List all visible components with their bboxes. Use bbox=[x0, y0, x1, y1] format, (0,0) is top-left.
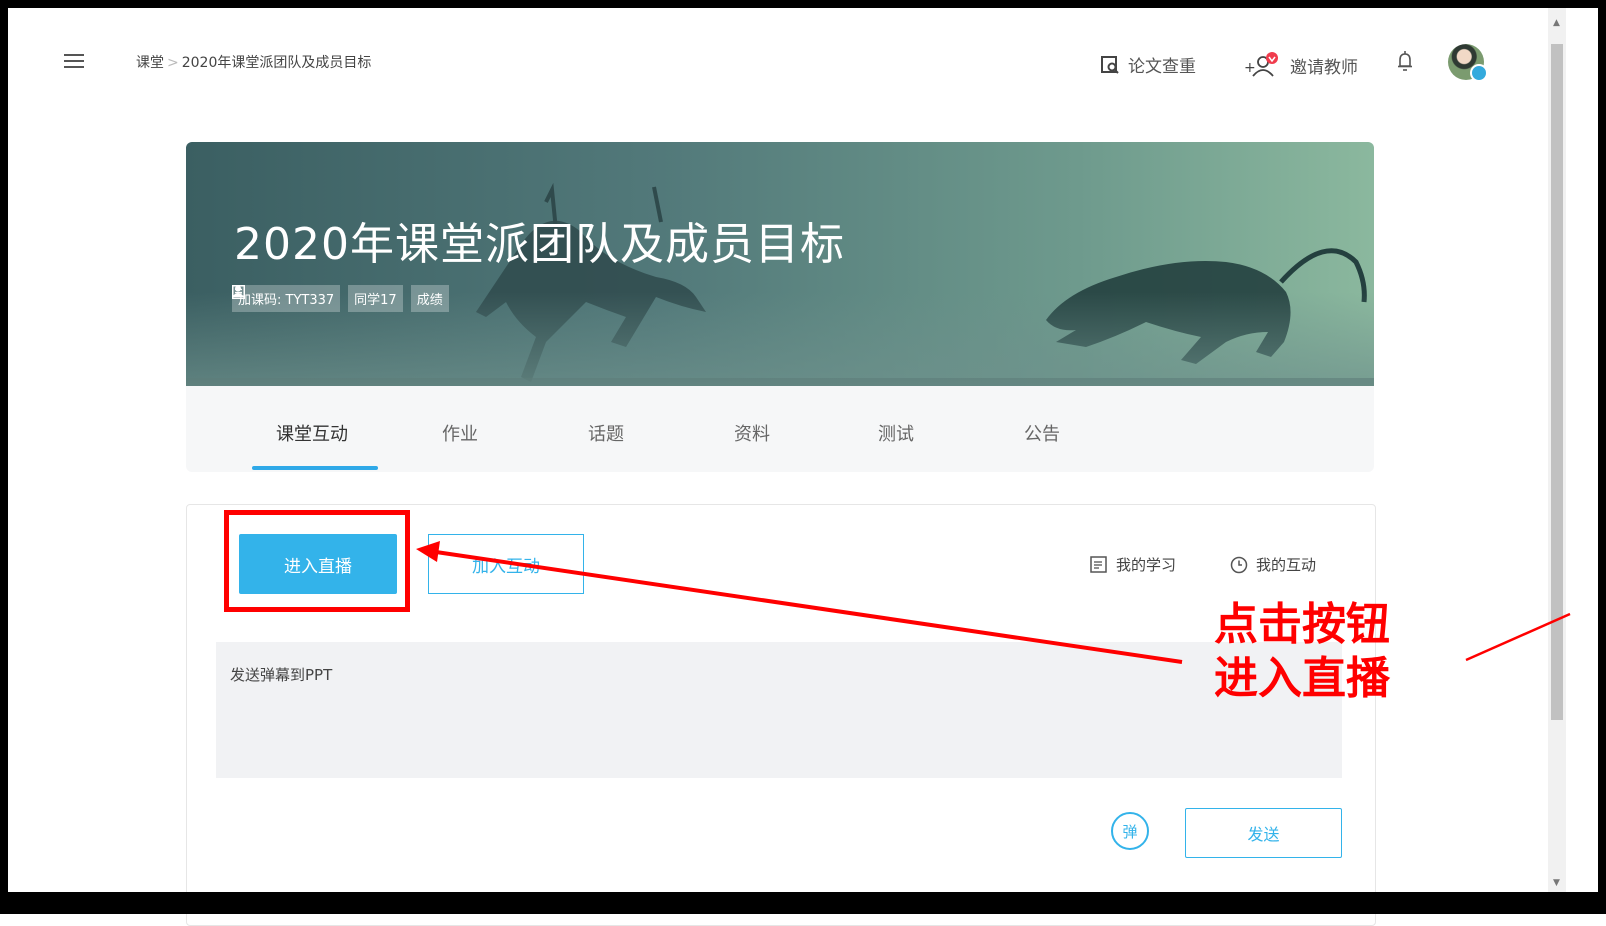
course-card: 2020年课堂派团队及成员目标 加课码: TYT337 同学17 成绩 课堂互动… bbox=[186, 142, 1374, 472]
grades-label: 成绩 bbox=[416, 293, 443, 308]
annotation-line-2: 进入直播 bbox=[1214, 653, 1390, 704]
tab-tests[interactable]: 测试 bbox=[878, 420, 914, 446]
tab-announcements[interactable]: 公告 bbox=[1024, 420, 1060, 446]
highlight-box bbox=[224, 510, 410, 612]
clock-icon bbox=[1230, 556, 1248, 573]
annotation-text: 点击按钮 进入直播 bbox=[1214, 598, 1390, 706]
scroll-up-icon[interactable]: ▲ bbox=[1553, 18, 1560, 28]
invite-teacher-button[interactable]: + 邀请教师 bbox=[1244, 52, 1358, 78]
students-chip[interactable]: 同学17 bbox=[232, 285, 403, 312]
my-study-link[interactable]: 我的学习 bbox=[1090, 554, 1176, 575]
check-paper-button[interactable]: 论文查重 bbox=[1100, 52, 1196, 77]
check-paper-label: 论文查重 bbox=[1128, 57, 1196, 77]
grades-chip[interactable]: 成绩 bbox=[232, 285, 449, 312]
danmaku-input[interactable]: 发送弹幕到PPT bbox=[216, 642, 1342, 778]
my-interaction-link[interactable]: 我的互动 bbox=[1230, 554, 1316, 575]
send-button[interactable]: 发送 bbox=[1185, 808, 1342, 858]
course-meta: 加课码: TYT337 同学17 成绩 bbox=[232, 285, 449, 312]
annotation-line-1: 点击按钮 bbox=[1214, 599, 1390, 650]
course-tabs: 课堂互动 作业 话题 资料 测试 公告 bbox=[186, 386, 1374, 472]
bell-icon[interactable] bbox=[1397, 50, 1413, 72]
tab-topics[interactable]: 话题 bbox=[588, 420, 624, 446]
breadcrumb-root[interactable]: 课堂 bbox=[136, 55, 164, 71]
verified-badge-icon bbox=[1470, 64, 1488, 82]
my-study-label: 我的学习 bbox=[1116, 556, 1177, 574]
document-search-icon bbox=[1101, 55, 1119, 74]
list-icon bbox=[232, 285, 245, 299]
course-code-chip: 加课码: TYT337 bbox=[232, 285, 341, 312]
tab-materials[interactable]: 资料 bbox=[734, 420, 770, 446]
danmaku-toggle-button[interactable]: 弹 bbox=[1111, 812, 1149, 850]
user-avatar[interactable] bbox=[1448, 44, 1488, 82]
course-banner: 2020年课堂派团队及成员目标 加课码: TYT337 同学17 成绩 bbox=[186, 142, 1374, 386]
breadcrumb-current: 2020年课堂派团队及成员目标 bbox=[181, 55, 372, 71]
course-code-label: 加课码: TYT337 bbox=[238, 293, 335, 308]
hamburger-menu-icon[interactable] bbox=[64, 54, 84, 68]
tab-homework[interactable]: 作业 bbox=[442, 420, 478, 446]
scroll-down-icon[interactable]: ▼ bbox=[1553, 878, 1560, 888]
invite-teacher-label: 邀请教师 bbox=[1290, 57, 1358, 78]
course-title: 2020年课堂派团队及成员目标 bbox=[234, 219, 845, 270]
join-interaction-button[interactable]: 加入互动 bbox=[428, 534, 584, 594]
students-label: 同学17 bbox=[354, 293, 397, 308]
breadcrumb-separator: > bbox=[167, 55, 179, 71]
window-edge bbox=[1566, 8, 1598, 892]
vertical-scrollbar[interactable]: ▲ ▼ bbox=[1548, 8, 1566, 892]
my-interaction-label: 我的互动 bbox=[1256, 556, 1317, 574]
tab-classroom-interaction[interactable]: 课堂互动 bbox=[276, 420, 348, 446]
active-tab-indicator bbox=[252, 466, 378, 470]
add-user-icon: + bbox=[1244, 52, 1278, 77]
scrollbar-thumb[interactable] bbox=[1551, 44, 1563, 720]
study-icon bbox=[1090, 555, 1107, 573]
breadcrumb: 课堂 >2020年课堂派团队及成员目标 bbox=[136, 52, 371, 72]
